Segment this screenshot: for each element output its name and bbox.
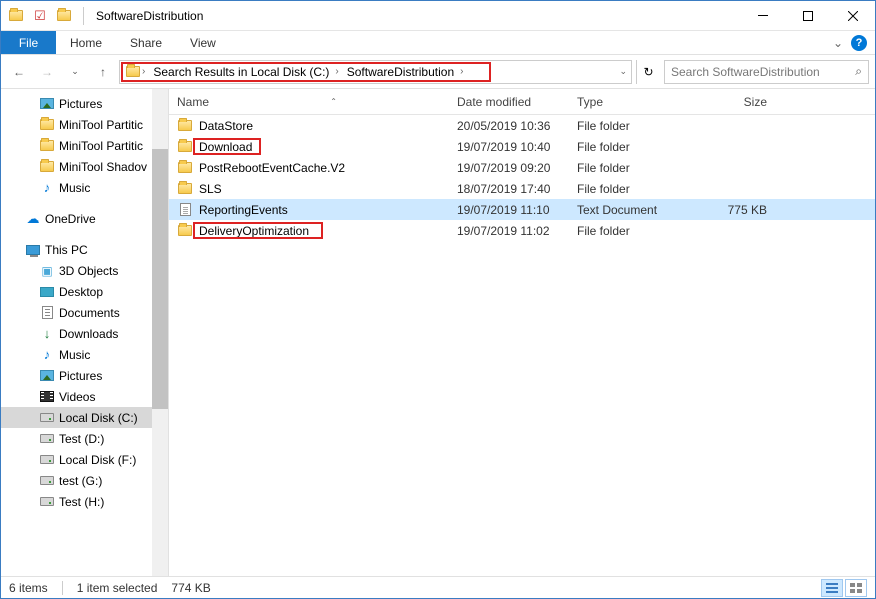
tree-test-g[interactable]: test (G:)	[1, 470, 168, 491]
breadcrumb-1[interactable]: Search Results in Local Disk (C:)›	[149, 65, 342, 79]
status-bar: 6 items 1 item selected 774 KB	[1, 576, 875, 598]
tree-desktop[interactable]: Desktop	[1, 281, 168, 302]
file-name: DeliveryOptimization	[199, 224, 457, 238]
qat-properties-icon[interactable]: ☑	[29, 5, 51, 27]
folder-icon	[177, 118, 193, 134]
close-button[interactable]	[830, 1, 875, 31]
file-list: Name⌃ Date modified Type Size DataStore2…	[169, 89, 875, 578]
ribbon: File Home Share View ⌄ ?	[1, 31, 875, 55]
tree-documents[interactable]: Documents	[1, 302, 168, 323]
tree-minitool-3[interactable]: MiniTool Shadov	[1, 156, 168, 177]
folder-icon	[177, 181, 193, 197]
file-row[interactable]: PostRebootEventCache.V219/07/2019 09:20F…	[169, 157, 875, 178]
view-icons-button[interactable]	[845, 579, 867, 597]
tree-minitool-1[interactable]: MiniTool Partitic	[1, 114, 168, 135]
tree-test-d[interactable]: Test (D:)	[1, 428, 168, 449]
address-dropdown-icon[interactable]: ⌄	[619, 66, 627, 77]
file-type: File folder	[577, 119, 697, 133]
navbar: ← → ⌄ ↑ › Search Results in Local Disk (…	[1, 55, 875, 89]
view-details-button[interactable]	[821, 579, 843, 597]
folder-icon	[177, 160, 193, 176]
titlebar: ☑ SoftwareDistribution	[1, 1, 875, 31]
window-title: SoftwareDistribution	[96, 9, 203, 23]
search-input[interactable]: Search SoftwareDistribution ⌕	[664, 60, 869, 84]
folder-icon	[177, 139, 193, 155]
file-date: 20/05/2019 10:36	[457, 119, 577, 133]
nav-up-button[interactable]: ↑	[91, 60, 115, 84]
file-name: SLS	[199, 182, 457, 196]
tree-downloads[interactable]: ↓Downloads	[1, 323, 168, 344]
tree-music-2[interactable]: ♪Music	[1, 344, 168, 365]
file-date: 19/07/2019 10:40	[457, 140, 577, 154]
list-header[interactable]: Name⌃ Date modified Type Size	[169, 89, 875, 115]
ribbon-share-tab[interactable]: Share	[116, 31, 176, 54]
tree-local-disk-f[interactable]: Local Disk (F:)	[1, 449, 168, 470]
file-row[interactable]: Download19/07/2019 10:40File folder	[169, 136, 875, 157]
nav-recent-dropdown[interactable]: ⌄	[63, 60, 87, 84]
maximize-button[interactable]	[785, 1, 830, 31]
file-date: 18/07/2019 17:40	[457, 182, 577, 196]
file-type: File folder	[577, 182, 697, 196]
tree-pictures-2[interactable]: Pictures	[1, 365, 168, 386]
tree-minitool-2[interactable]: MiniTool Partitic	[1, 135, 168, 156]
minimize-button[interactable]	[740, 1, 785, 31]
status-size: 774 KB	[171, 581, 210, 595]
breadcrumb-2[interactable]: SoftwareDistribution›	[343, 65, 468, 79]
status-selection: 1 item selected	[77, 581, 158, 595]
tree-pictures[interactable]: Pictures	[1, 93, 168, 114]
file-row[interactable]: SLS18/07/2019 17:40File folder	[169, 178, 875, 199]
nav-back-button[interactable]: ←	[7, 60, 31, 84]
file-row[interactable]: ReportingEvents19/07/2019 11:10Text Docu…	[169, 199, 875, 220]
ribbon-view-tab[interactable]: View	[176, 31, 230, 54]
address-bar[interactable]: › Search Results in Local Disk (C:)› Sof…	[119, 60, 632, 84]
sort-indicator-icon: ⌃	[330, 97, 337, 106]
file-name: Download	[199, 140, 457, 154]
file-date: 19/07/2019 09:20	[457, 161, 577, 175]
refresh-button[interactable]: ↻	[636, 60, 660, 84]
file-name: DataStore	[199, 119, 457, 133]
file-row[interactable]: DataStore20/05/2019 10:36File folder	[169, 115, 875, 136]
tree-local-disk-c[interactable]: Local Disk (C:)	[1, 407, 168, 428]
tree-3d-objects[interactable]: ▣3D Objects	[1, 260, 168, 281]
tree-scrollbar-thumb[interactable]	[152, 149, 168, 409]
file-type: File folder	[577, 224, 697, 238]
tree-test-h[interactable]: Test (H:)	[1, 491, 168, 512]
file-type: File folder	[577, 161, 697, 175]
file-row[interactable]: DeliveryOptimization19/07/2019 11:02File…	[169, 220, 875, 241]
file-name: PostRebootEventCache.V2	[199, 161, 457, 175]
help-icon[interactable]: ?	[851, 35, 867, 51]
status-count: 6 items	[9, 581, 48, 595]
tree-videos[interactable]: Videos	[1, 386, 168, 407]
qat-folder-icon[interactable]	[5, 5, 27, 27]
nav-forward-button[interactable]: →	[35, 60, 59, 84]
file-name: ReportingEvents	[199, 203, 457, 217]
tree-this-pc[interactable]: This PC	[1, 239, 168, 260]
tree-music[interactable]: ♪Music	[1, 177, 168, 198]
file-size: 775 KB	[697, 203, 777, 217]
file-type: File folder	[577, 140, 697, 154]
folder-icon	[126, 66, 140, 77]
text-file-icon	[177, 202, 193, 218]
folder-icon	[177, 223, 193, 239]
nav-tree[interactable]: Pictures MiniTool Partitic MiniTool Part…	[1, 89, 169, 578]
file-date: 19/07/2019 11:10	[457, 203, 577, 217]
ribbon-expand-icon[interactable]: ⌄	[833, 36, 843, 50]
tree-onedrive[interactable]: ☁OneDrive	[1, 208, 168, 229]
file-type: Text Document	[577, 203, 697, 217]
file-date: 19/07/2019 11:02	[457, 224, 577, 238]
ribbon-home-tab[interactable]: Home	[56, 31, 116, 54]
search-icon: ⌕	[855, 64, 862, 79]
ribbon-file-tab[interactable]: File	[1, 31, 56, 54]
qat-newfolder-icon[interactable]	[53, 5, 75, 27]
